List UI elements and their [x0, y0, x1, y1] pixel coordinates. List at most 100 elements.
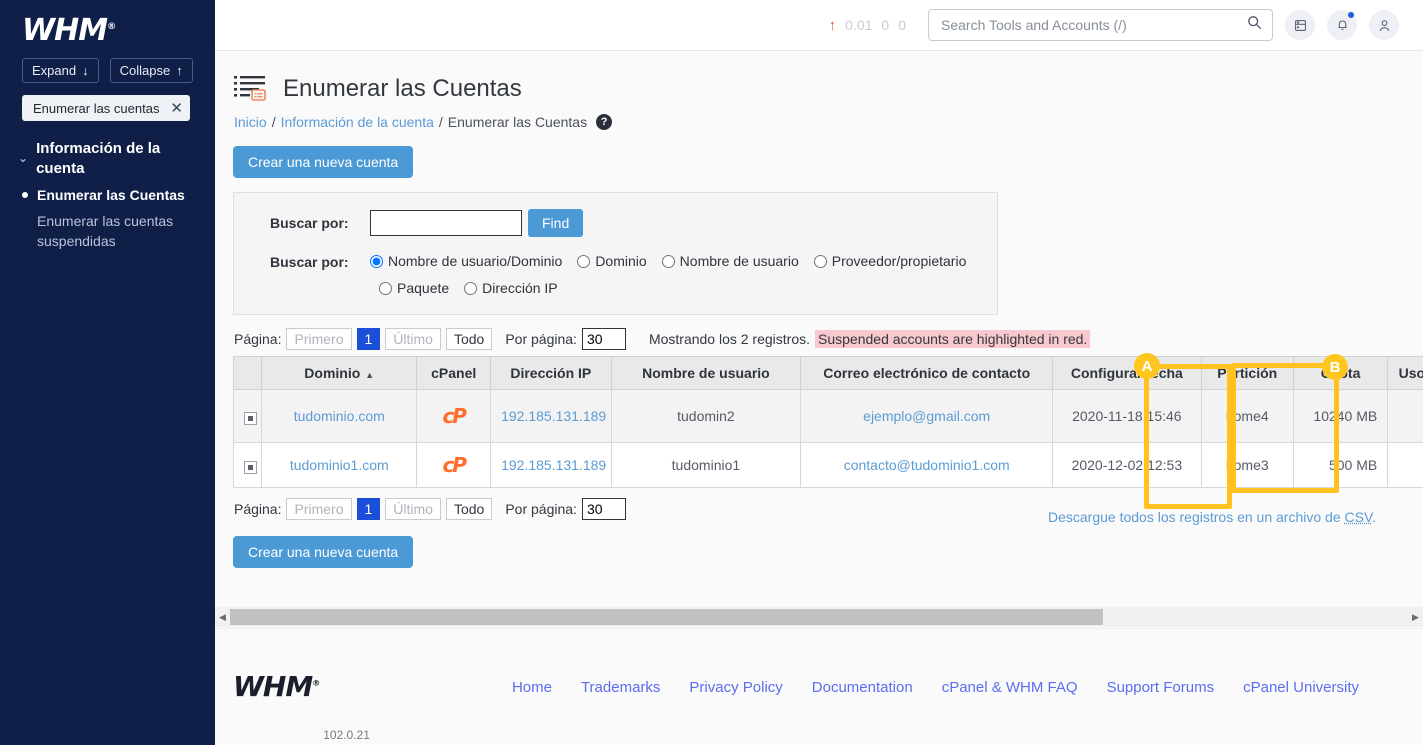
- radio-input[interactable]: [662, 255, 675, 268]
- th-contact-email[interactable]: Correo electrónico de contacto: [801, 357, 1053, 390]
- csv-text-after: .: [1372, 509, 1376, 525]
- radio-input[interactable]: [379, 282, 392, 295]
- th-username[interactable]: Nombre de usuario: [611, 357, 801, 390]
- expand-cell[interactable]: [234, 390, 262, 443]
- scroll-right-arrow-icon[interactable]: ▶: [1408, 612, 1423, 623]
- th-domain[interactable]: Dominio▲: [262, 357, 417, 390]
- footer-link-documentation[interactable]: Documentation: [812, 679, 913, 696]
- expand-button[interactable]: Expand ↓: [22, 58, 99, 83]
- page-first-button[interactable]: Primero: [286, 328, 351, 350]
- th-cpanel[interactable]: cPanel: [417, 357, 491, 390]
- collapse-button[interactable]: Collapse ↑: [110, 58, 193, 83]
- breadcrumb-separator: /: [439, 114, 443, 130]
- scroll-left-arrow-icon[interactable]: ◀: [215, 612, 230, 623]
- th-disk-usage[interactable]: Uso del disco: [1388, 357, 1423, 390]
- footer-link-home[interactable]: Home: [512, 679, 552, 696]
- radio-label[interactable]: Dominio: [595, 253, 646, 269]
- sidebar-group-account-information[interactable]: ⌄ Información de la cuenta: [0, 135, 215, 179]
- main-content: Enumerar las Cuentas Inicio / Informació…: [215, 51, 1423, 598]
- horizontal-scrollbar[interactable]: ◀ ▶: [215, 607, 1423, 627]
- footer-link-privacy-policy[interactable]: Privacy Policy: [689, 679, 782, 696]
- page-all-button[interactable]: Todo: [446, 498, 492, 520]
- cell-cpanel: cP: [417, 443, 491, 488]
- page-last-button[interactable]: Último: [385, 328, 441, 350]
- cell-quota: 10240 MB: [1293, 390, 1387, 443]
- bell-icon[interactable]: [1327, 10, 1357, 40]
- email-link[interactable]: ejemplo@gmail.com: [863, 408, 990, 424]
- breadcrumb: Inicio / Información de la cuenta / Enum…: [215, 105, 1423, 130]
- th-domain-label: Dominio: [304, 365, 360, 381]
- radio-input[interactable]: [814, 255, 827, 268]
- sidebar-item-list-accounts[interactable]: Enumerar las Cuentas: [0, 179, 215, 205]
- footer-links: Home Trademarks Privacy Policy Documenta…: [512, 679, 1423, 696]
- radio-label[interactable]: Nombre de usuario: [680, 253, 799, 269]
- ip-link[interactable]: 192.185.131.189: [501, 408, 606, 424]
- sidebar-search[interactable]: ✕: [22, 95, 190, 121]
- ip-link[interactable]: 192.185.131.189: [501, 457, 606, 473]
- footer-link-cpanel-university[interactable]: cPanel University: [1243, 679, 1359, 696]
- search-panel: Buscar por: Find Buscar por: Nombre de u…: [233, 192, 998, 315]
- sidebar-tree-controls: Expand ↓ Collapse ↑: [0, 46, 215, 83]
- search-icon[interactable]: [1247, 15, 1262, 35]
- radio-label[interactable]: Paquete: [397, 280, 449, 296]
- th-ip-address[interactable]: Dirección IP: [491, 357, 611, 390]
- expand-row-icon[interactable]: [244, 412, 257, 425]
- bullet-icon: [22, 192, 28, 198]
- radio-ip-address[interactable]: Dirección IP: [464, 280, 557, 296]
- sidebar-item-list-suspended-accounts[interactable]: Enumerar las cuentas suspendidas: [0, 205, 215, 251]
- footer-link-trademarks[interactable]: Trademarks: [581, 679, 660, 696]
- th-setup-date[interactable]: Configurar fecha: [1053, 357, 1202, 390]
- radio-input[interactable]: [577, 255, 590, 268]
- page-current-button[interactable]: 1: [357, 328, 381, 350]
- radio-label[interactable]: Dirección IP: [482, 280, 557, 296]
- download-csv-link[interactable]: Descargue todos los registros en un arch…: [1048, 509, 1376, 525]
- scrollbar-track[interactable]: [230, 607, 1408, 627]
- create-account-button-bottom[interactable]: Crear una nueva cuenta: [233, 536, 413, 568]
- page-last-button[interactable]: Último: [385, 498, 441, 520]
- th-partition[interactable]: Partición: [1201, 357, 1293, 390]
- breadcrumb-link-inicio[interactable]: Inicio: [234, 114, 267, 130]
- per-page-input[interactable]: [582, 328, 626, 350]
- page-all-button[interactable]: Todo: [446, 328, 492, 350]
- cpanel-icon[interactable]: cP: [442, 453, 465, 477]
- scrollbar-thumb[interactable]: [230, 609, 1103, 625]
- page-current-button[interactable]: 1: [357, 498, 381, 520]
- global-search[interactable]: [928, 9, 1273, 41]
- radio-input[interactable]: [370, 255, 383, 268]
- sidebar-search-input[interactable]: [31, 100, 163, 117]
- page-label: Página:: [234, 331, 281, 347]
- find-button[interactable]: Find: [528, 209, 583, 237]
- help-icon[interactable]: ?: [596, 114, 612, 130]
- radio-package[interactable]: Paquete: [379, 280, 449, 296]
- breadcrumb-link-account-information[interactable]: Información de la cuenta: [281, 114, 434, 130]
- per-page-input[interactable]: [582, 498, 626, 520]
- email-link[interactable]: contacto@tudominio1.com: [844, 457, 1010, 473]
- radio-input[interactable]: [464, 282, 477, 295]
- cpanel-icon[interactable]: cP: [442, 404, 465, 428]
- close-icon[interactable]: ✕: [170, 101, 183, 116]
- radio-label[interactable]: Nombre de usuario/Dominio: [388, 253, 562, 269]
- sidebar: WHM® Expand ↓ Collapse ↑ ✕ ⌄ Información…: [0, 0, 215, 745]
- radio-owner[interactable]: Proveedor/propietario: [814, 253, 967, 269]
- server-load-indicator: ↑ 0.01 0 0: [829, 17, 906, 34]
- footer-link-support-forums[interactable]: Support Forums: [1107, 679, 1215, 696]
- radio-label[interactable]: Proveedor/propietario: [832, 253, 967, 269]
- breadcrumb-current: Enumerar las Cuentas: [448, 114, 587, 130]
- page-first-button[interactable]: Primero: [286, 498, 351, 520]
- search-by-input[interactable]: [370, 210, 522, 236]
- footer-link-cpanel-whm-faq[interactable]: cPanel & WHM FAQ: [942, 679, 1078, 696]
- domain-link[interactable]: tudominio.com: [294, 408, 385, 424]
- user-icon[interactable]: [1369, 10, 1399, 40]
- domain-link[interactable]: tudominio1.com: [290, 457, 389, 473]
- radio-username-domain[interactable]: Nombre de usuario/Dominio: [370, 253, 562, 269]
- radio-domain[interactable]: Dominio: [577, 253, 646, 269]
- expand-row-icon[interactable]: [244, 461, 257, 474]
- suspended-accounts-note: Suspended accounts are highlighted in re…: [815, 330, 1090, 348]
- sidebar-item-label: Enumerar las Cuentas: [37, 185, 185, 205]
- create-account-button-top[interactable]: Crear una nueva cuenta: [233, 146, 413, 178]
- radio-username[interactable]: Nombre de usuario: [662, 253, 799, 269]
- expand-cell[interactable]: [234, 443, 262, 488]
- server-icon[interactable]: [1285, 10, 1315, 40]
- page-title: Enumerar las Cuentas: [283, 75, 522, 103]
- search-input[interactable]: [939, 16, 1247, 34]
